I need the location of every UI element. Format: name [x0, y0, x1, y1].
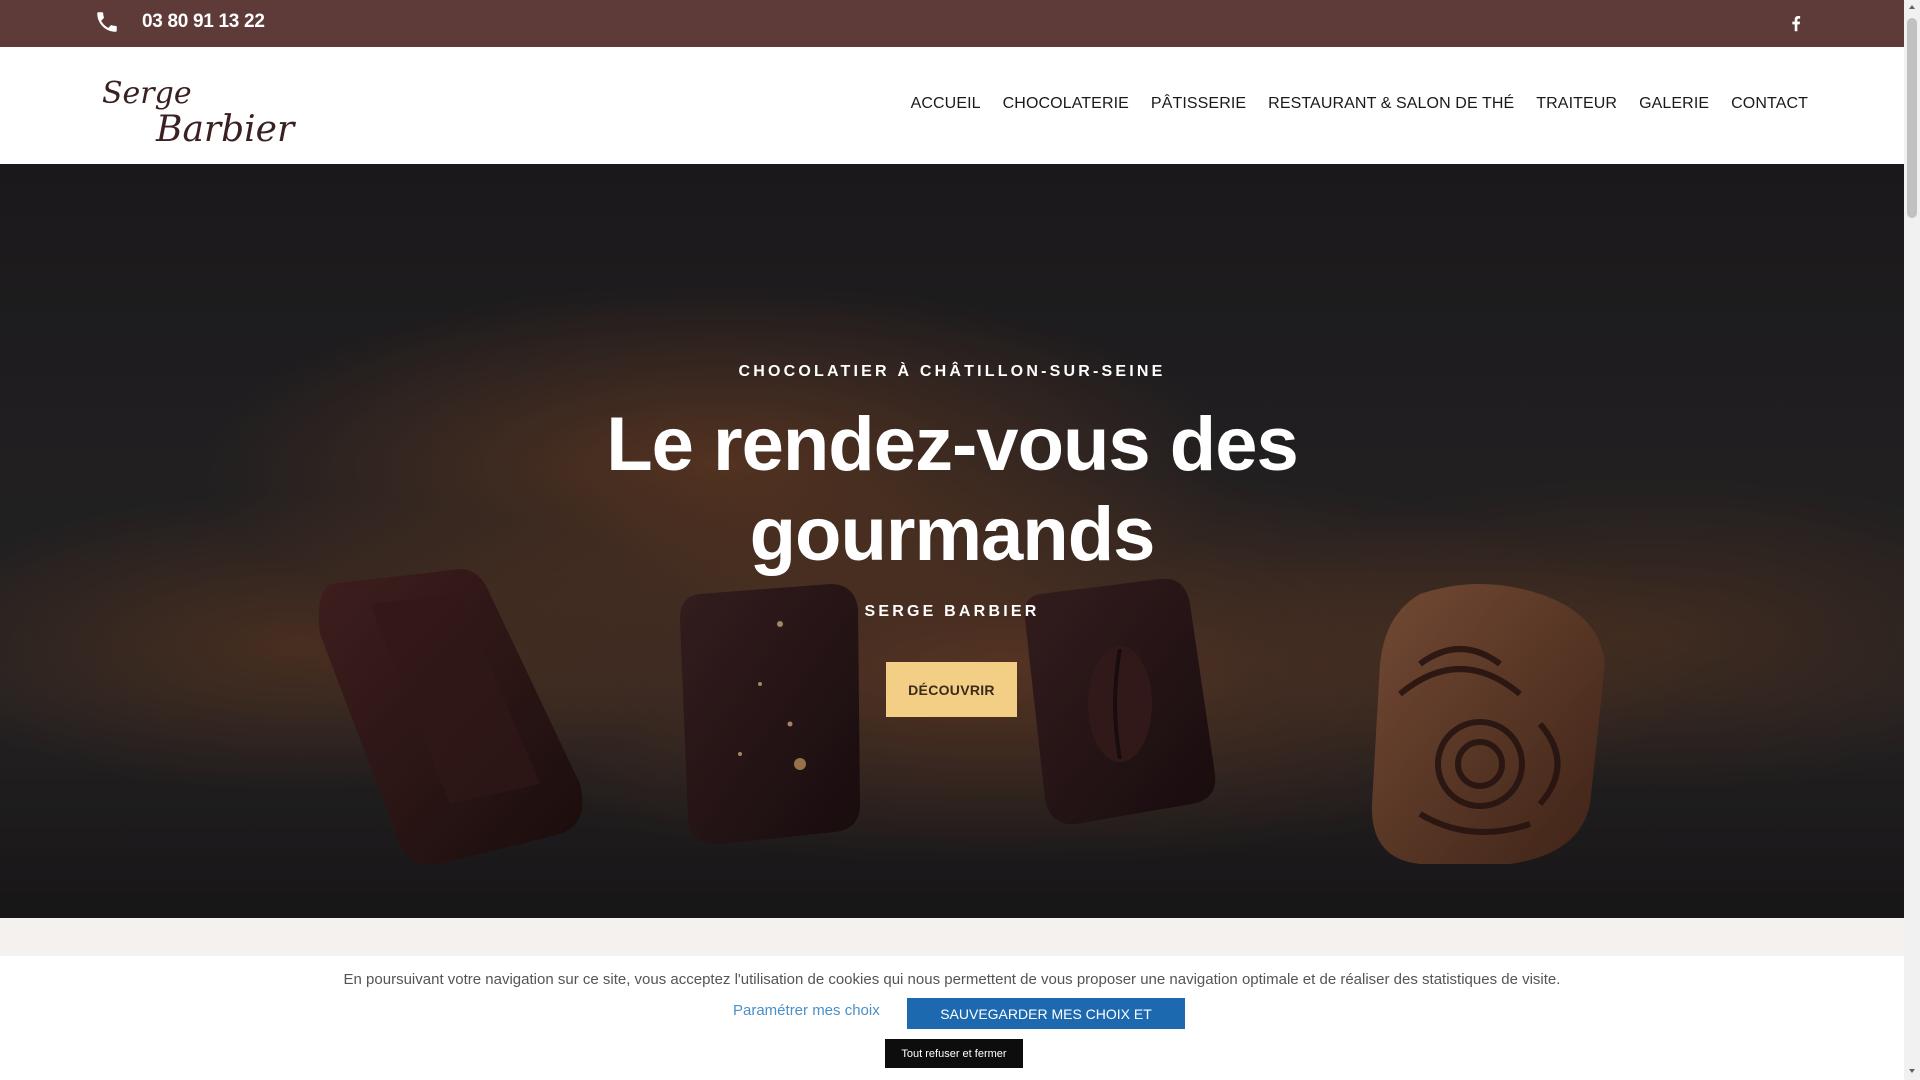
cookie-banner: En poursuivant votre navigation sur ce s…	[0, 956, 1904, 1080]
hero-section: CHOCOLATIER À CHÂTILLON-SUR-SEINE Le ren…	[0, 164, 1904, 918]
nav-traiteur[interactable]: TRAITEUR	[1536, 95, 1617, 113]
site-header: Serge Barbier ACCUEIL CHOCOLATERIE PÂTIS…	[0, 47, 1904, 164]
top-bar: 03 80 91 13 22	[0, 0, 1904, 47]
nav-accueil[interactable]: ACCUEIL	[911, 95, 981, 113]
hero-subtitle: SERGE BARBIER	[864, 603, 1040, 620]
discover-button[interactable]: DÉCOUVRIR	[886, 662, 1017, 717]
nav-restaurant[interactable]: RESTAURANT & SALON DE THÉ	[1268, 95, 1514, 113]
nav-chocolaterie[interactable]: CHOCOLATERIE	[1003, 95, 1129, 113]
cookie-settings-link[interactable]: Paramétrer mes choix	[733, 1002, 880, 1019]
cookie-refuse-button[interactable]: Tout refuser et fermer	[885, 1039, 1023, 1068]
main-nav: ACCUEIL CHOCOLATERIE PÂTISSERIE RESTAURA…	[889, 95, 1808, 113]
logo-line2: Barbier	[155, 109, 296, 147]
nav-patisserie[interactable]: PÂTISSERIE	[1151, 95, 1246, 113]
cookie-save-button[interactable]: SAUVEGARDER MES CHOIX ET FERMER	[907, 998, 1185, 1053]
scrollbar-thumb[interactable]	[1907, 18, 1917, 218]
scroll-down-arrow-icon[interactable]	[1907, 1066, 1917, 1076]
hero-kicker: CHOCOLATIER À CHÂTILLON-SUR-SEINE	[738, 363, 1166, 380]
scroll-up-arrow-icon[interactable]	[1907, 2, 1917, 12]
serge-barbier-logo[interactable]: Serge Barbier	[96, 67, 296, 147]
nav-galerie[interactable]: GALERIE	[1639, 95, 1709, 113]
hero-title: Le rendez-vous des gourmands	[606, 402, 1299, 577]
phone-icon[interactable]	[94, 9, 120, 35]
facebook-icon[interactable]	[1785, 12, 1807, 34]
nav-contact[interactable]: CONTACT	[1731, 95, 1808, 113]
cookie-text: En poursuivant votre navigation sur ce s…	[343, 971, 1561, 988]
logo-line1: Serge	[102, 76, 192, 111]
hero-content: CHOCOLATIER À CHÂTILLON-SUR-SEINE Le ren…	[0, 164, 1904, 918]
phone-number[interactable]: 03 80 91 13 22	[142, 11, 265, 33]
